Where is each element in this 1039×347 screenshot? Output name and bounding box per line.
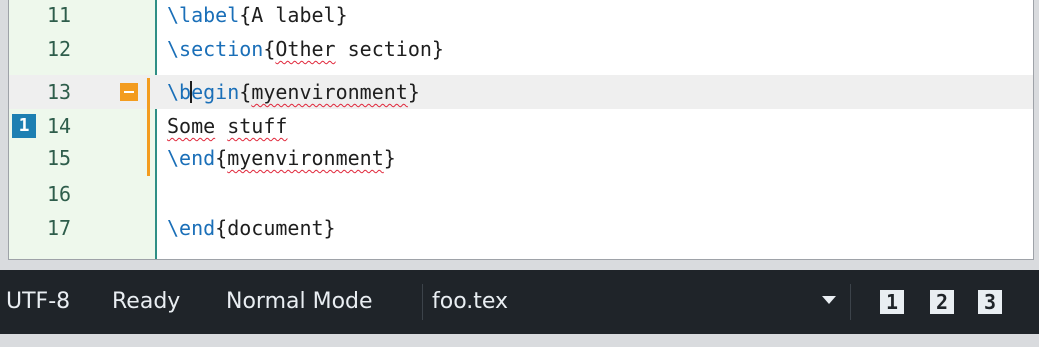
line-code[interactable]: \begin{myenvironment} — [167, 75, 420, 109]
filename-label[interactable]: foo.tex — [432, 270, 508, 334]
editor-line[interactable]: 1 14 Some stuff — [9, 109, 1033, 143]
status-bar: UTF-8 Ready Normal Mode foo.tex 1 2 3 — [0, 270, 1039, 334]
status-text: Ready — [112, 289, 181, 314]
line-number: 15 — [47, 146, 72, 170]
editor-line[interactable]: 15 \end{myenvironment} — [9, 141, 1033, 175]
code-text: } — [407, 80, 420, 104]
view-3-button[interactable]: 3 — [978, 290, 1002, 314]
code-text: { — [263, 37, 276, 61]
misspelled-word: myenvironment — [227, 146, 384, 170]
editor-line[interactable]: 16 — [9, 177, 1033, 211]
misspelled-word: Other — [275, 37, 336, 61]
editor-line[interactable]: 11 \label{A label} — [9, 0, 1033, 32]
latex-command: \section — [167, 37, 264, 61]
code-text: {A label} — [239, 3, 348, 27]
view-1-button[interactable]: 1 — [880, 290, 904, 314]
misspelled-word: myenvironment — [251, 80, 408, 104]
misspelled-word: stuff — [227, 114, 288, 138]
latex-command: egin — [191, 80, 240, 104]
editor-line[interactable]: 17 \end{document} — [9, 211, 1033, 245]
input-mode-indicator[interactable]: Normal Mode — [226, 270, 373, 334]
line-number: 13 — [47, 80, 72, 104]
misspelled-word: Some — [167, 114, 216, 138]
editor-line-current[interactable]: 13 \begin{myenvironment} — [9, 75, 1033, 109]
line-code[interactable]: \end{document} — [167, 211, 336, 245]
code-text: {document} — [215, 216, 336, 240]
chevron-down-icon[interactable] — [822, 296, 836, 304]
line-code[interactable]: \label{A label} — [167, 0, 348, 32]
code-text: { — [215, 146, 228, 170]
latex-command: \b — [167, 80, 192, 104]
line-code[interactable]: \end{myenvironment} — [167, 141, 396, 175]
line-code[interactable]: \section{Other section} — [167, 32, 444, 66]
code-text: section} — [335, 37, 444, 61]
encoding-indicator[interactable]: UTF-8 — [6, 270, 70, 334]
code-text: { — [239, 80, 252, 104]
line-number: 14 — [47, 114, 72, 138]
editor-line[interactable]: 12 \section{Other section} — [9, 32, 1033, 66]
line-code[interactable]: Some stuff — [167, 109, 287, 143]
code-text: } — [383, 146, 396, 170]
fold-collapse-icon[interactable] — [120, 83, 138, 101]
status-separator — [422, 284, 423, 320]
code-editor[interactable]: 11 \label{A label} 12 \section{Other sec… — [8, 0, 1034, 260]
latex-command: \end — [167, 216, 216, 240]
latex-command: \label — [167, 3, 240, 27]
view-2-button[interactable]: 2 — [930, 290, 954, 314]
bookmark-icon[interactable]: 1 — [12, 114, 36, 138]
latex-command: \end — [167, 146, 216, 170]
line-number: 12 — [47, 37, 72, 61]
fold-range-bar[interactable] — [147, 78, 150, 176]
editor-window: 11 \label{A label} 12 \section{Other sec… — [0, 0, 1039, 347]
status-separator — [850, 284, 851, 320]
line-number: 11 — [47, 3, 72, 27]
line-number: 16 — [47, 182, 72, 206]
line-number: 17 — [47, 216, 72, 240]
